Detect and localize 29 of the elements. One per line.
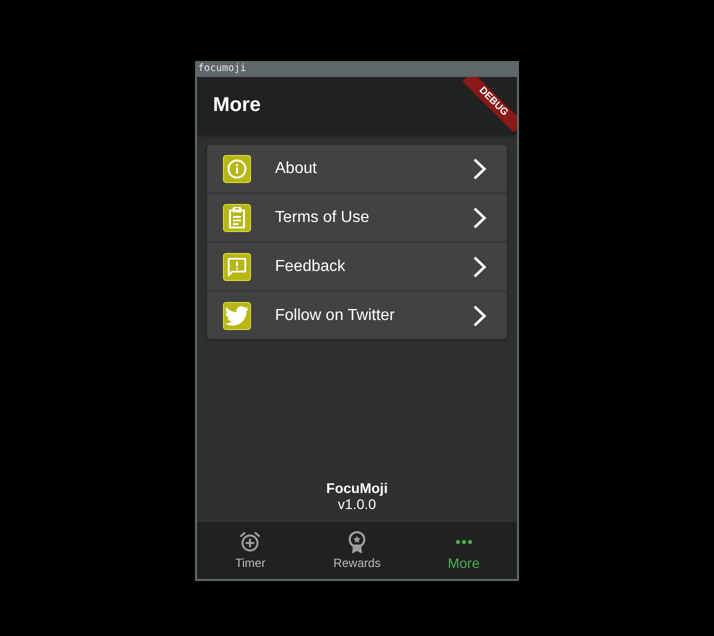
chevron-right-icon [473, 206, 487, 228]
clipboard-icon [223, 204, 251, 232]
menu-item[interactable]: Terms of Use [207, 194, 507, 241]
nav-tab-label: Timer [235, 555, 266, 571]
chevron-right-icon [473, 304, 487, 326]
menu-item-label: Terms of Use [275, 208, 370, 226]
nav-tab-label: Rewards [333, 555, 381, 571]
medal-star-icon [348, 530, 366, 554]
window-title: focumoji [197, 63, 246, 75]
chevron-right-icon [473, 256, 487, 278]
alarm-plus-icon [239, 531, 262, 553]
nav-tab[interactable]: More [410, 522, 517, 579]
more-icon [456, 540, 472, 544]
menu-item[interactable]: Follow on Twitter [207, 292, 507, 339]
menu-item-label: Follow on Twitter [275, 306, 395, 324]
menu-item-label: About [275, 160, 317, 178]
feedback-icon [223, 252, 251, 280]
page-title: More [213, 94, 261, 117]
app-name: FocuMoji [326, 480, 388, 496]
nav-tab-label: More [448, 555, 480, 571]
bird-icon [223, 302, 251, 330]
info-icon [223, 154, 251, 182]
menu-item[interactable]: Feedback [207, 243, 507, 290]
nav-tab[interactable]: Rewards [304, 522, 410, 579]
chevron-right-icon [473, 158, 487, 180]
app-version: v1.0.0 [338, 496, 376, 512]
menu-item-label: Feedback [275, 258, 346, 276]
menu-item[interactable]: About [207, 145, 507, 192]
nav-tab[interactable]: Timer [197, 522, 304, 579]
